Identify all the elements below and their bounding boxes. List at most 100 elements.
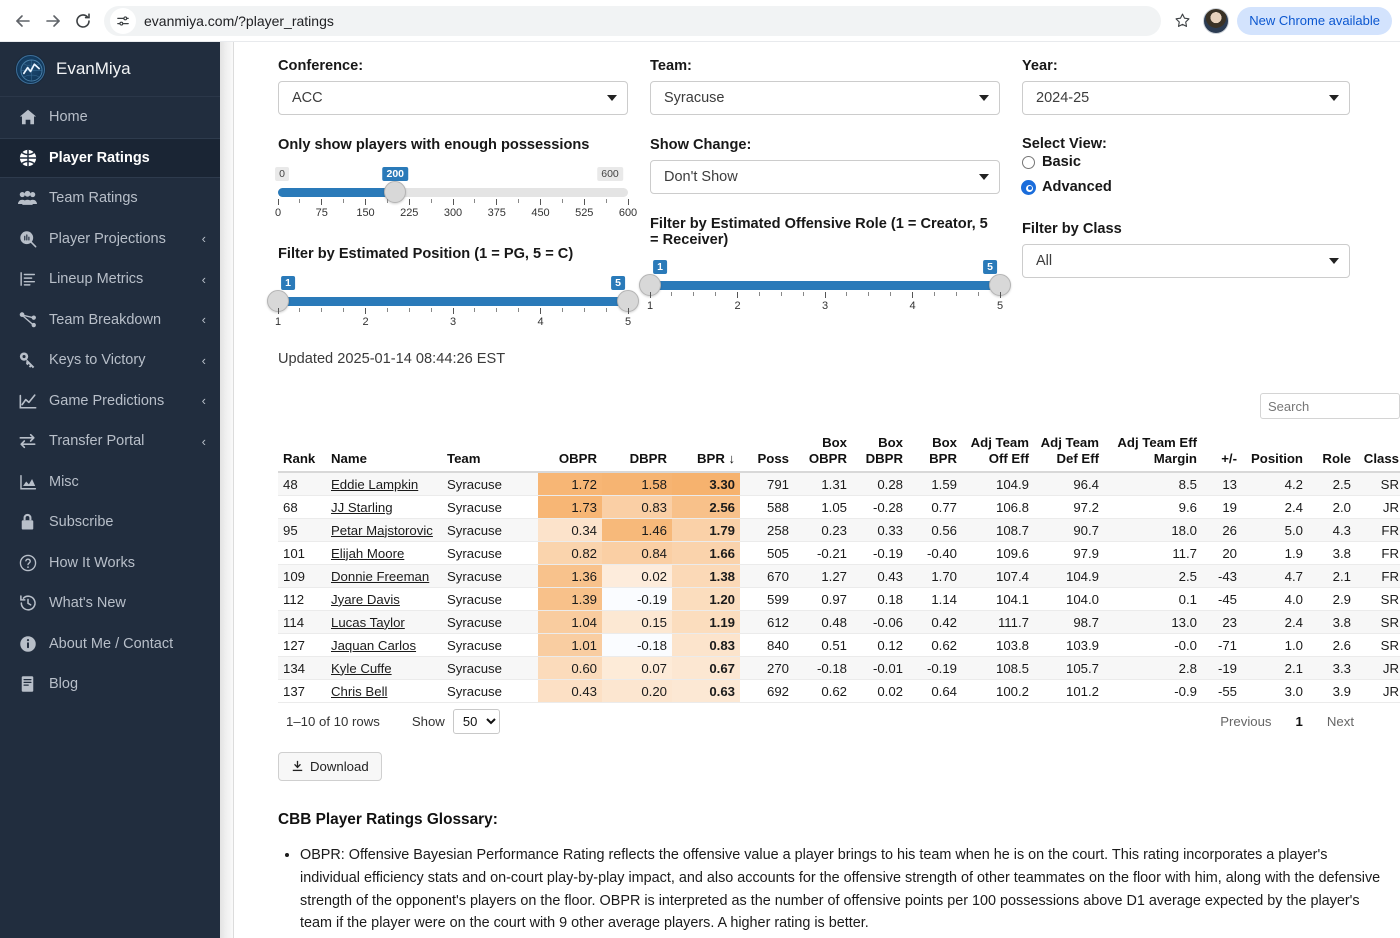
column-header-box-obpr[interactable]: Box OBPR <box>794 433 852 474</box>
chevron-left-icon[interactable]: ‹ <box>202 393 206 408</box>
column-header-bpr[interactable]: BPR ↓ <box>672 433 740 474</box>
cell-name[interactable]: Chris Bell <box>326 679 442 704</box>
column-header-adj-team-off-eff[interactable]: Adj Team Off Eff <box>962 433 1034 474</box>
column-header-position[interactable]: Position <box>1242 433 1308 474</box>
player-name-link[interactable]: JJ Starling <box>331 500 393 515</box>
position-track[interactable] <box>267 290 639 312</box>
chrome-update-button[interactable]: New Chrome available <box>1237 6 1392 35</box>
player-name-link[interactable]: Jaquan Carlos <box>331 638 416 653</box>
table-row[interactable]: 48 Eddie Lampkin Syracuse 1.72 1.58 3.30 791 1.… <box>278 472 1400 497</box>
forward-arrow-icon[interactable] <box>38 6 68 36</box>
column-header-box-bpr[interactable]: Box BPR <box>908 433 962 474</box>
page-scrollbar[interactable] <box>220 42 234 938</box>
column-header-obpr[interactable]: OBPR <box>538 433 602 474</box>
chevron-left-icon[interactable]: ‹ <box>202 272 206 287</box>
cell-name[interactable]: Donnie Freeman <box>326 564 442 589</box>
table-row[interactable]: 112 Jyare Davis Syracuse 1.39 -0.19 1.20 599 0.… <box>278 587 1400 612</box>
chevron-left-icon[interactable]: ‹ <box>202 231 206 246</box>
possessions-track[interactable] <box>278 181 628 203</box>
address-bar[interactable]: evanmiya.com/?player_ratings <box>104 5 1162 36</box>
sidebar-item-misc[interactable]: Misc <box>0 462 220 503</box>
search-input[interactable] <box>1260 393 1400 419</box>
cell-name[interactable]: Elijah Moore <box>326 541 442 566</box>
chevron-left-icon[interactable]: ‹ <box>202 312 206 327</box>
rows-per-page-select[interactable]: 50 <box>452 709 500 735</box>
player-name-link[interactable]: Elijah Moore <box>331 546 404 561</box>
table-row[interactable]: 101 Elijah Moore Syracuse 0.82 0.84 1.66 505 -0… <box>278 541 1400 566</box>
chevron-left-icon[interactable]: ‹ <box>202 353 206 368</box>
reload-icon[interactable] <box>68 6 98 36</box>
player-name-link[interactable]: Donnie Freeman <box>331 569 429 584</box>
table-row[interactable]: 109 Donnie Freeman Syracuse 1.36 0.02 1.38 670… <box>278 564 1400 589</box>
team-select[interactable]: Syracuse <box>650 81 1000 115</box>
column-header-poss[interactable]: Poss <box>740 433 794 474</box>
conference-select[interactable]: ACC <box>278 81 628 115</box>
brand-logo-row[interactable]: EvanMiya <box>0 42 220 97</box>
player-name-link[interactable]: Jyare Davis <box>331 592 400 607</box>
table-row[interactable]: 114 Lucas Taylor Syracuse 1.04 0.15 1.19 612 0.… <box>278 610 1400 635</box>
offensive-role-track[interactable] <box>639 274 1011 296</box>
player-name-link[interactable]: Chris Bell <box>331 684 387 699</box>
column-header-[interactable]: +/- <box>1202 433 1242 474</box>
cell-name[interactable]: JJ Starling <box>326 495 442 520</box>
select-view-option-basic[interactable]: Basic <box>1022 154 1350 170</box>
sidebar-item-subscribe[interactable]: Subscribe <box>0 502 220 543</box>
sidebar-item-team-ratings[interactable]: Team Ratings <box>0 178 220 219</box>
slider-tick <box>605 199 607 203</box>
sidebar-item-player-ratings[interactable]: Player Ratings <box>0 137 220 178</box>
position-slider[interactable]: 1 5 1 2 3 4 5 <box>267 276 639 331</box>
offensive-role-slider[interactable]: 1 5 1 2 3 4 5 <box>639 260 1011 315</box>
player-name-link[interactable]: Kyle Cuffe <box>331 661 392 676</box>
player-name-link[interactable]: Eddie Lampkin <box>331 477 418 492</box>
select-view-option-advanced[interactable]: Advanced <box>1022 179 1350 195</box>
column-header-box-dbpr[interactable]: Box DBPR <box>852 433 908 474</box>
cell-name[interactable]: Lucas Taylor <box>326 610 442 635</box>
download-button[interactable]: Download <box>278 752 382 782</box>
possessions-slider[interactable]: 0 200 600 0 75 150 225 300 375 450 525 600 <box>275 167 637 222</box>
sidebar-item-game-predictions[interactable]: Game Predictions ‹ <box>0 381 220 422</box>
sidebar-item-keys-to-victory[interactable]: Keys to Victory ‹ <box>0 340 220 381</box>
show-change-select[interactable]: Don't Show <box>650 160 1000 194</box>
class-filter-select[interactable]: All <box>1022 244 1350 278</box>
column-header-rank[interactable]: Rank <box>278 433 326 474</box>
table-row[interactable]: 68 JJ Starling Syracuse 1.73 0.83 2.56 588 1.05… <box>278 495 1400 520</box>
radio-advanced-icon[interactable] <box>1022 180 1035 194</box>
cell-name[interactable]: Kyle Cuffe <box>326 656 442 681</box>
column-header-name[interactable]: Name <box>326 433 442 474</box>
avatar[interactable] <box>1203 7 1230 34</box>
player-name-link[interactable]: Petar Majstorovic <box>331 523 433 538</box>
table-row[interactable]: 137 Chris Bell Syracuse 0.43 0.20 0.63 692 0.62… <box>278 679 1400 704</box>
sidebar-item-blog[interactable]: Blog <box>0 664 220 705</box>
column-header-role[interactable]: Role <box>1308 433 1356 474</box>
chevron-left-icon[interactable]: ‹ <box>202 434 206 449</box>
sidebar-item-how-it-works[interactable]: How It Works <box>0 543 220 584</box>
sidebar-item-transfer-portal[interactable]: Transfer Portal ‹ <box>0 421 220 462</box>
table-row[interactable]: 134 Kyle Cuffe Syracuse 0.60 0.07 0.67 270 -0.1… <box>278 656 1400 681</box>
star-icon[interactable] <box>1169 8 1195 34</box>
player-name-link[interactable]: Lucas Taylor <box>331 615 405 630</box>
cell-name[interactable]: Eddie Lampkin <box>326 472 442 497</box>
sidebar-item-team-breakdown[interactable]: Team Breakdown ‹ <box>0 300 220 341</box>
column-header-team[interactable]: Team <box>442 433 538 474</box>
year-select[interactable]: 2024-25 <box>1022 81 1350 115</box>
sidebar-item-what-s-new[interactable]: What's New <box>0 583 220 624</box>
page-number-1[interactable]: 1 <box>1296 714 1303 729</box>
previous-page-button[interactable]: Previous <box>1220 714 1271 729</box>
site-settings-icon[interactable] <box>110 7 136 34</box>
column-header-adj-team-eff-margin[interactable]: Adj Team Eff Margin <box>1104 433 1202 474</box>
sidebar-item-home[interactable]: Home <box>0 97 220 138</box>
column-header-dbpr[interactable]: DBPR <box>602 433 672 474</box>
cell-name[interactable]: Jyare Davis <box>326 587 442 612</box>
column-header-class[interactable]: Class <box>1356 433 1400 474</box>
sidebar-item-about-me-contact[interactable]: About Me / Contact <box>0 624 220 665</box>
next-page-button[interactable]: Next <box>1327 714 1354 729</box>
cell-name[interactable]: Jaquan Carlos <box>326 633 442 658</box>
sidebar-item-lineup-metrics[interactable]: Lineup Metrics ‹ <box>0 259 220 300</box>
column-header-adj-team-def-eff[interactable]: Adj Team Def Eff <box>1034 433 1104 474</box>
sidebar-item-player-projections[interactable]: Player Projections ‹ <box>0 219 220 260</box>
radio-basic-icon[interactable] <box>1022 155 1035 169</box>
cell-name[interactable]: Petar Majstorovic <box>326 518 442 543</box>
table-row[interactable]: 95 Petar Majstorovic Syracuse 0.34 1.46 1.79 2… <box>278 518 1400 543</box>
table-row[interactable]: 127 Jaquan Carlos Syracuse 1.01 -0.18 0.83 840… <box>278 633 1400 658</box>
back-arrow-icon[interactable] <box>8 6 38 36</box>
